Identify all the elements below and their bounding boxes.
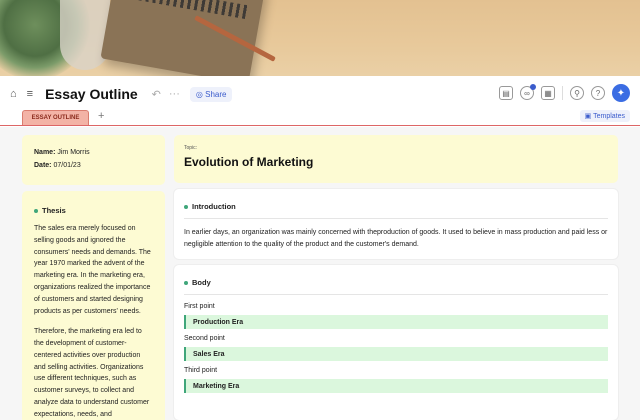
share-link-icon[interactable]: ∞ (520, 84, 536, 100)
bullet-icon (184, 204, 188, 209)
globe-icon: ◎ (195, 89, 203, 99)
point-label: First point (184, 303, 215, 310)
introduction-heading: Introduction (184, 202, 608, 211)
title-bar: ⌂ ≡ Essay Outline ↶ ··· ◎ Share ▤ ∞ ▦ ⚲ … (0, 76, 640, 112)
thesis-card[interactable]: Thesis The sales era merely focused on s… (22, 191, 165, 420)
info-card[interactable]: Name: Jim Morris Date: 07/01/23 (22, 135, 165, 185)
menu-icon[interactable]: ≡ (27, 88, 33, 100)
canvas: Name: Jim Morris Date: 07/01/23 Topic: E… (0, 127, 640, 420)
topic-label: Topic: (184, 145, 198, 151)
point-label: Second point (184, 335, 225, 342)
bullet-icon (184, 280, 188, 285)
undo-icon[interactable]: ↶ (152, 88, 161, 101)
body-card[interactable]: Body First point Production Era Second p… (174, 265, 618, 420)
divider (184, 294, 608, 295)
add-tab-icon[interactable]: + (98, 110, 104, 122)
toolbar-right: ▤ ∞ ▦ ⚲ ? ✦ (499, 84, 630, 102)
header-banner-image (0, 0, 640, 76)
thesis-paragraph: The sales era merely focused on selling … (34, 224, 151, 315)
templates-icon: ▣ (584, 113, 592, 120)
bullet-icon (34, 209, 38, 214)
pot-image (60, 0, 110, 70)
divider (562, 86, 563, 100)
date-value: 07/01/23 (53, 162, 81, 169)
notification-dot (530, 84, 536, 90)
ai-assist-icon[interactable]: ✦ (612, 84, 630, 102)
name-value: Jim Morris (57, 149, 90, 156)
home-icon[interactable]: ⌂ (10, 88, 17, 100)
name-row: Name: Jim Morris (34, 149, 90, 156)
export-icon[interactable]: ▤ (499, 86, 513, 100)
point-label: Third point (184, 367, 218, 374)
page-title[interactable]: Essay Outline (45, 86, 138, 102)
introduction-card[interactable]: Introduction In earlier days, an organiz… (174, 189, 618, 259)
calendar-icon[interactable]: ▦ (541, 86, 555, 100)
search-icon[interactable]: ⚲ (570, 86, 584, 100)
share-button[interactable]: ◎ Share (189, 86, 233, 102)
help-icon[interactable]: ? (591, 86, 605, 100)
date-row: Date: 07/01/23 (34, 162, 81, 169)
thesis-paragraph: Therefore, the marketing era led to the … (34, 327, 150, 419)
topic-title: Evolution of Marketing (184, 155, 314, 169)
templates-button[interactable]: ▣ Templates (579, 110, 630, 122)
thesis-heading: Thesis (34, 205, 153, 218)
more-icon[interactable]: ··· (169, 88, 180, 100)
tab-essay-outline[interactable]: ESSAY OUTLINE (22, 110, 89, 125)
introduction-text: In earlier days, an organization was mai… (184, 229, 608, 249)
era-highlight[interactable]: Production Era (184, 315, 608, 329)
era-highlight[interactable]: Sales Era (184, 347, 608, 361)
tab-bar: ESSAY OUTLINE + ▣ Templates (0, 110, 640, 126)
divider (184, 218, 608, 219)
body-heading: Body (184, 278, 608, 287)
share-label: Share (205, 89, 227, 99)
era-highlight[interactable]: Marketing Era (184, 379, 608, 393)
topic-card[interactable]: Topic: Evolution of Marketing (174, 135, 618, 183)
templates-label: Templates (593, 113, 625, 120)
